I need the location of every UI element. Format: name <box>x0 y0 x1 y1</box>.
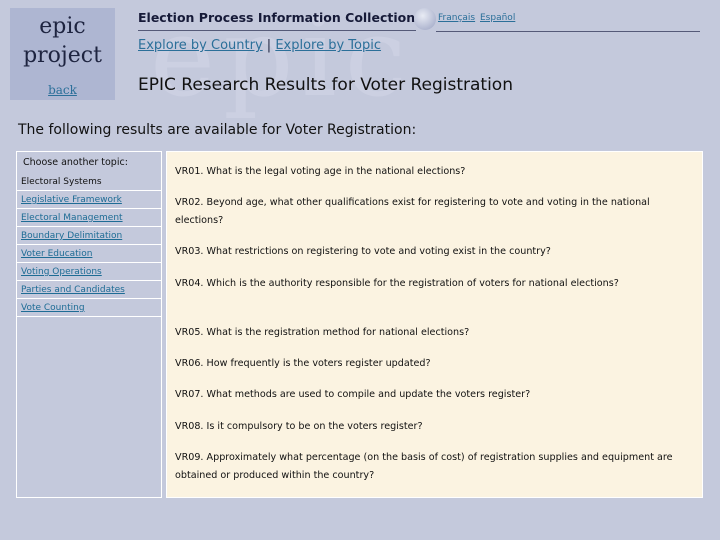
question-vr07[interactable]: VR07. What methods are used to compile a… <box>175 386 695 404</box>
explore-by-country-link[interactable]: Explore by Country <box>138 38 263 53</box>
topic-sidebar: Choose another topic: Electoral Systems … <box>16 151 162 498</box>
topic-parties-and-candidates[interactable]: Parties and Candidates <box>17 282 161 299</box>
back-link[interactable]: back <box>10 83 115 97</box>
topic-electoral-systems: Electoral Systems <box>17 174 161 191</box>
question-vr06[interactable]: VR06. How frequently is the voters regis… <box>175 355 695 373</box>
logo-text-project: project <box>23 43 102 68</box>
results-subtitle: The following results are available for … <box>18 122 417 138</box>
choose-topic-label: Choose another topic: <box>23 157 128 168</box>
globe-icon <box>414 8 436 30</box>
epic-logo: epic project back <box>10 8 115 100</box>
topic-electoral-management[interactable]: Electoral Management <box>17 210 161 227</box>
lang-french-link[interactable]: Français <box>438 13 475 23</box>
topic-vote-counting[interactable]: Vote Counting <box>17 300 161 317</box>
question-vr08[interactable]: VR08. Is it compulsory to be on the vote… <box>175 418 695 436</box>
question-vr04[interactable]: VR04. Which is the authority responsible… <box>175 275 695 293</box>
site-title: Election Process Information Collection <box>138 10 416 25</box>
topic-voter-education[interactable]: Voter Education <box>17 246 161 263</box>
lang-spanish-link[interactable]: Español <box>480 13 515 23</box>
topic-voting-operations[interactable]: Voting Operations <box>17 264 161 281</box>
question-vr01[interactable]: VR01. What is the legal voting age in th… <box>175 163 695 181</box>
page-title: EPIC Research Results for Voter Registra… <box>138 75 513 95</box>
question-vr02[interactable]: VR02. Beyond age, what other qualificati… <box>175 194 695 230</box>
explore-separator: | <box>266 38 272 53</box>
header-divider <box>138 30 416 31</box>
topic-legislative-framework[interactable]: Legislative Framework <box>17 192 161 209</box>
topic-boundary-delimitation[interactable]: Boundary Delimitation <box>17 228 161 245</box>
results-panel: VR01. What is the legal voting age in th… <box>166 151 703 498</box>
lang-divider <box>436 31 700 32</box>
question-vr05[interactable]: VR05. What is the registration method fo… <box>175 324 695 342</box>
explore-by-topic-link[interactable]: Explore by Topic <box>275 38 381 53</box>
logo-text-epic: epic <box>39 14 86 39</box>
question-vr09[interactable]: VR09. Approximately what percentage (on … <box>175 449 695 485</box>
question-vr03[interactable]: VR03. What restrictions on registering t… <box>175 243 695 261</box>
explore-nav: Explore by Country | Explore by Topic <box>138 38 381 53</box>
